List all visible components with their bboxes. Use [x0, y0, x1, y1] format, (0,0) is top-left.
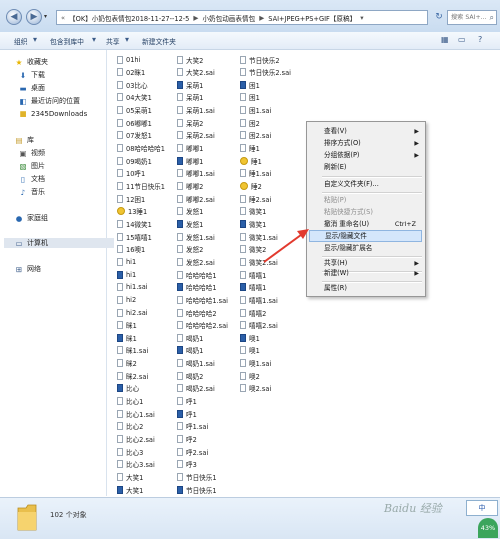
ime-indicator[interactable]: 中	[466, 500, 498, 516]
folder-icon	[17, 504, 37, 531]
battery-badge: 43%	[478, 518, 498, 538]
object-count: 102 个对象	[50, 511, 87, 519]
annotation-arrow-icon	[263, 229, 309, 263]
watermark: Baidu 经验	[384, 502, 442, 515]
